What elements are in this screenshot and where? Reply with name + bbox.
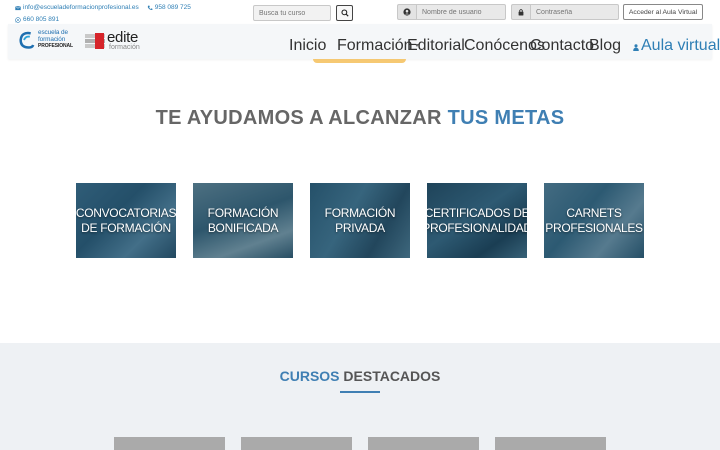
lock-icon [518,9,524,16]
course-card[interactable] [368,437,479,450]
phone-text: 958 089 725 [154,4,191,11]
hero-title-accent: TUS METAS [447,107,565,129]
email-link[interactable]: info@escueladeformacionprofesional.es [15,2,139,14]
whatsapp-icon [15,17,21,23]
email-text: info@escueladeformacionprofesional.es [23,4,139,11]
envelope-icon [15,5,21,11]
hero-title-prefix: TE AYUDAMOS A ALCANZAR [155,107,442,129]
tile-label: CERTIFICADOS DE PROFESIONALIDAD [427,205,527,235]
escuela-logo-mark [19,31,35,49]
search-form [253,5,353,21]
hero-title: TE AYUDAMOS A ALCANZAR TUS METAS [0,107,720,130]
tile-bonificada[interactable]: FORMACIÓN BONIFICADA [193,183,293,258]
hero-slider-peek [313,59,406,63]
courses-title-rest: DESTACADOS [343,368,441,384]
escuela-logo-text: escuela de formación PROFESIONAL [38,29,74,50]
password-addon [511,4,530,20]
nav-aula-virtual[interactable]: Aula virtual [633,37,720,55]
password-group [511,4,619,20]
escuela-logo[interactable]: escuela de formación PROFESIONAL [18,29,74,50]
nav-inicio[interactable]: Inicio [289,37,326,55]
password-field[interactable] [530,4,619,20]
courses-title: CURSOS DESTACADOS [0,368,720,384]
tile-privada[interactable]: FORMACIÓN PRIVADA [310,183,410,258]
courses-section: CURSOS DESTACADOS [0,343,720,450]
username-group [397,4,506,20]
nav-editorial[interactable]: Editorial [407,37,465,55]
nav-contacto[interactable]: Contacto [530,37,594,55]
phone-icon [147,5,153,11]
user-icon [633,44,639,51]
course-card[interactable] [495,437,606,450]
tile-label: CONVOCATORIAS DE FORMACIÓN [76,205,176,235]
category-tiles: CONVOCATORIAS DE FORMACIÓN FORMACIÓN BON… [0,183,720,258]
aula-virtual-login-button[interactable]: Acceder al Aula Virtual [623,4,703,20]
edite-logo-text: edite formación [107,29,140,51]
top-bar: info@escueladeformacionprofesional.es 95… [0,0,720,26]
username-addon [397,4,416,20]
tile-certificados[interactable]: CERTIFICADOS DE PROFESIONALIDAD [427,183,527,258]
course-card[interactable] [114,437,225,450]
courses-title-underline [340,391,380,393]
main-navbar: escuela de formación PROFESIONAL edite f… [8,24,720,59]
tile-label: FORMACIÓN BONIFICADA [207,205,279,235]
search-button[interactable] [336,5,353,21]
user-circle-icon [403,8,411,16]
nav-formacion-label: Formación [337,37,413,54]
contact-info: info@escueladeformacionprofesional.es 95… [15,2,191,26]
tile-label: FORMACIÓN PRIVADA [324,205,396,235]
tile-convocatorias[interactable]: CONVOCATORIAS DE FORMACIÓN [76,183,176,258]
search-input[interactable] [253,5,331,21]
nav-aula-virtual-label: Aula virtual [641,37,720,54]
edite-logo[interactable]: edite formación [85,29,140,51]
tile-carnets[interactable]: CARNETS PROFESIONALES [544,183,644,258]
username-field[interactable] [416,4,506,20]
tile-label: CARNETS PROFESIONALES [545,205,643,235]
phone-link[interactable]: 958 089 725 [147,2,191,14]
nav-blog[interactable]: Blog [589,37,621,55]
search-icon [340,9,349,17]
courses-title-accent: CURSOS [279,368,340,384]
edite-logo-mark [85,33,105,49]
course-card[interactable] [241,437,352,450]
